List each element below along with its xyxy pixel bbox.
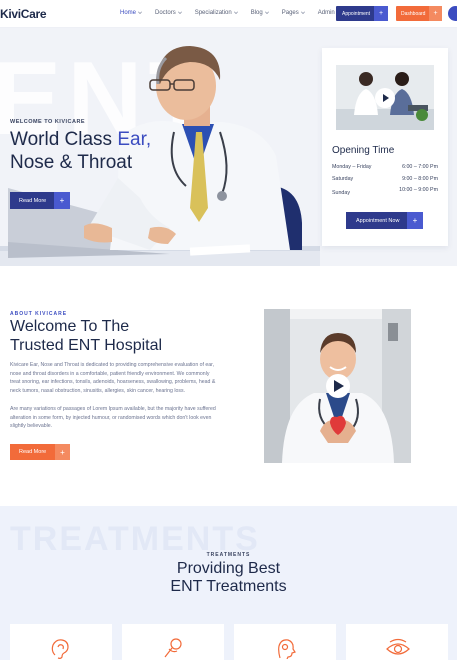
about-paragraph-1: Kivicare Ear, Nose and Throat is dedicat… <box>10 361 232 395</box>
hero-read-more-button[interactable]: Read More + <box>10 192 70 209</box>
chevron-down-icon <box>177 10 182 14</box>
site-header: KiviCare Home Doctors Specialization Blo… <box>0 0 457 28</box>
treatments-title-line2: ENT Treatments <box>170 578 287 595</box>
throat-icon <box>164 638 182 658</box>
hero-title-text: World Class <box>10 129 118 150</box>
appointment-now-label: Appointment Now <box>356 217 400 224</box>
plus-icon: + <box>429 6 442 21</box>
about-text-line: neck tumors, nasal obstruction, sinusiti… <box>10 387 186 394</box>
nav-label: Specialization <box>194 10 232 16</box>
treatment-card[interactable] <box>10 624 112 660</box>
hero-welcome: WELCOME TO KIVICARE <box>10 119 86 125</box>
nav-label: Home <box>120 10 137 16</box>
appointment-button[interactable]: Appointment + <box>336 6 388 21</box>
chevron-down-icon <box>233 10 238 14</box>
about-text-line: slightly believable. <box>10 423 53 430</box>
hero-title-line1: World Class Ear, <box>10 129 151 151</box>
appointment-button-label: Appointment <box>342 10 371 17</box>
chevron-down-icon <box>138 10 142 14</box>
head-profile-icon <box>278 639 296 659</box>
about-text-line: treat snoring, ear infections, tonsils, … <box>10 379 216 386</box>
opening-hours: 9:00 – 8:00 Pm <box>402 176 438 182</box>
read-more-label: Read More <box>19 197 47 204</box>
chevron-down-icon <box>264 10 269 14</box>
video-thumbnail[interactable] <box>336 65 434 130</box>
read-more-label: Read More <box>19 449 47 455</box>
chevron-down-icon <box>300 10 305 14</box>
plus-icon: + <box>407 212 423 229</box>
about-read-more-button[interactable]: Read More + <box>10 444 70 460</box>
opening-time-card: Opening Time Monday – Friday 6:00 – 7:00… <box>322 48 448 246</box>
nav-label: Admin <box>317 10 335 16</box>
nav-item-pages[interactable]: Pages <box>282 10 305 16</box>
about-text-line: nose and throat disorders in a comfortab… <box>10 370 210 377</box>
about-title-line2: Trusted ENT Hospital <box>10 337 163 354</box>
treatment-card[interactable] <box>234 624 336 660</box>
page: KiviCare Home Doctors Specialization Blo… <box>0 0 457 660</box>
about-text-line: Kivicare Ear, Nose and Throat is dedicat… <box>10 362 215 368</box>
nav-item-home[interactable]: Home <box>120 10 142 16</box>
ear-icon <box>51 639 69 659</box>
dashboard-button[interactable]: Dashboard + <box>396 6 442 21</box>
nav-item-doctors[interactable]: Doctors <box>155 10 182 16</box>
about-text-line: Are many variations of passages of Lorem… <box>10 406 216 412</box>
opening-time-title: Opening Time <box>332 145 395 156</box>
nav-label: Pages <box>281 10 299 16</box>
treatments-kicker: TREATMENTS <box>206 552 251 558</box>
appointment-now-button[interactable]: Appointment Now + <box>346 212 423 229</box>
about-kicker: ABOUT KIVICARE <box>10 311 68 317</box>
hero-title-accent: Ear, <box>117 129 152 150</box>
about-text-line: alteration in some form, by injected hum… <box>10 414 212 421</box>
site-logo[interactable]: KiviCare <box>0 7 47 21</box>
nav-label: Doctors <box>155 10 176 16</box>
opening-day: Monday – Friday <box>332 164 372 170</box>
nav-item-admin[interactable]: Admin <box>318 10 335 16</box>
about-paragraph-2: Are many variations of passages of Lorem… <box>10 405 232 431</box>
opening-day: Saturday <box>332 176 354 182</box>
treatment-card[interactable] <box>346 624 448 660</box>
user-avatar[interactable] <box>448 6 457 21</box>
nav-item-specialization[interactable]: Specialization <box>195 10 238 16</box>
about-title-line1: Welcome To The <box>10 318 130 335</box>
play-icon[interactable] <box>375 88 395 108</box>
plus-icon: + <box>55 444 70 460</box>
treatments-section: TREATMENTS TREATMENTS Providing Best ENT… <box>0 506 457 660</box>
nav-item-blog[interactable]: Blog <box>251 10 269 16</box>
treatments-title-line1: Providing Best <box>176 560 281 577</box>
dashboard-button-label: Dashboard <box>401 10 426 17</box>
hero-title-line2: Nose & Throat <box>10 152 133 173</box>
eye-icon <box>386 638 410 655</box>
opening-hours: 6:00 – 7:00 Pm <box>402 164 438 170</box>
doctor-photo <box>264 309 411 463</box>
plus-icon: + <box>374 6 388 21</box>
treatment-card[interactable] <box>122 624 224 660</box>
about-doctor-photo[interactable] <box>264 309 411 463</box>
main-nav: Home Doctors Specialization Blog Pages A… <box>120 10 348 16</box>
plus-icon: + <box>54 192 70 209</box>
opening-day: Sunday <box>332 190 350 196</box>
opening-hours: 10:00 – 9:00 Pm <box>399 187 438 193</box>
nav-label: Blog <box>250 10 263 16</box>
